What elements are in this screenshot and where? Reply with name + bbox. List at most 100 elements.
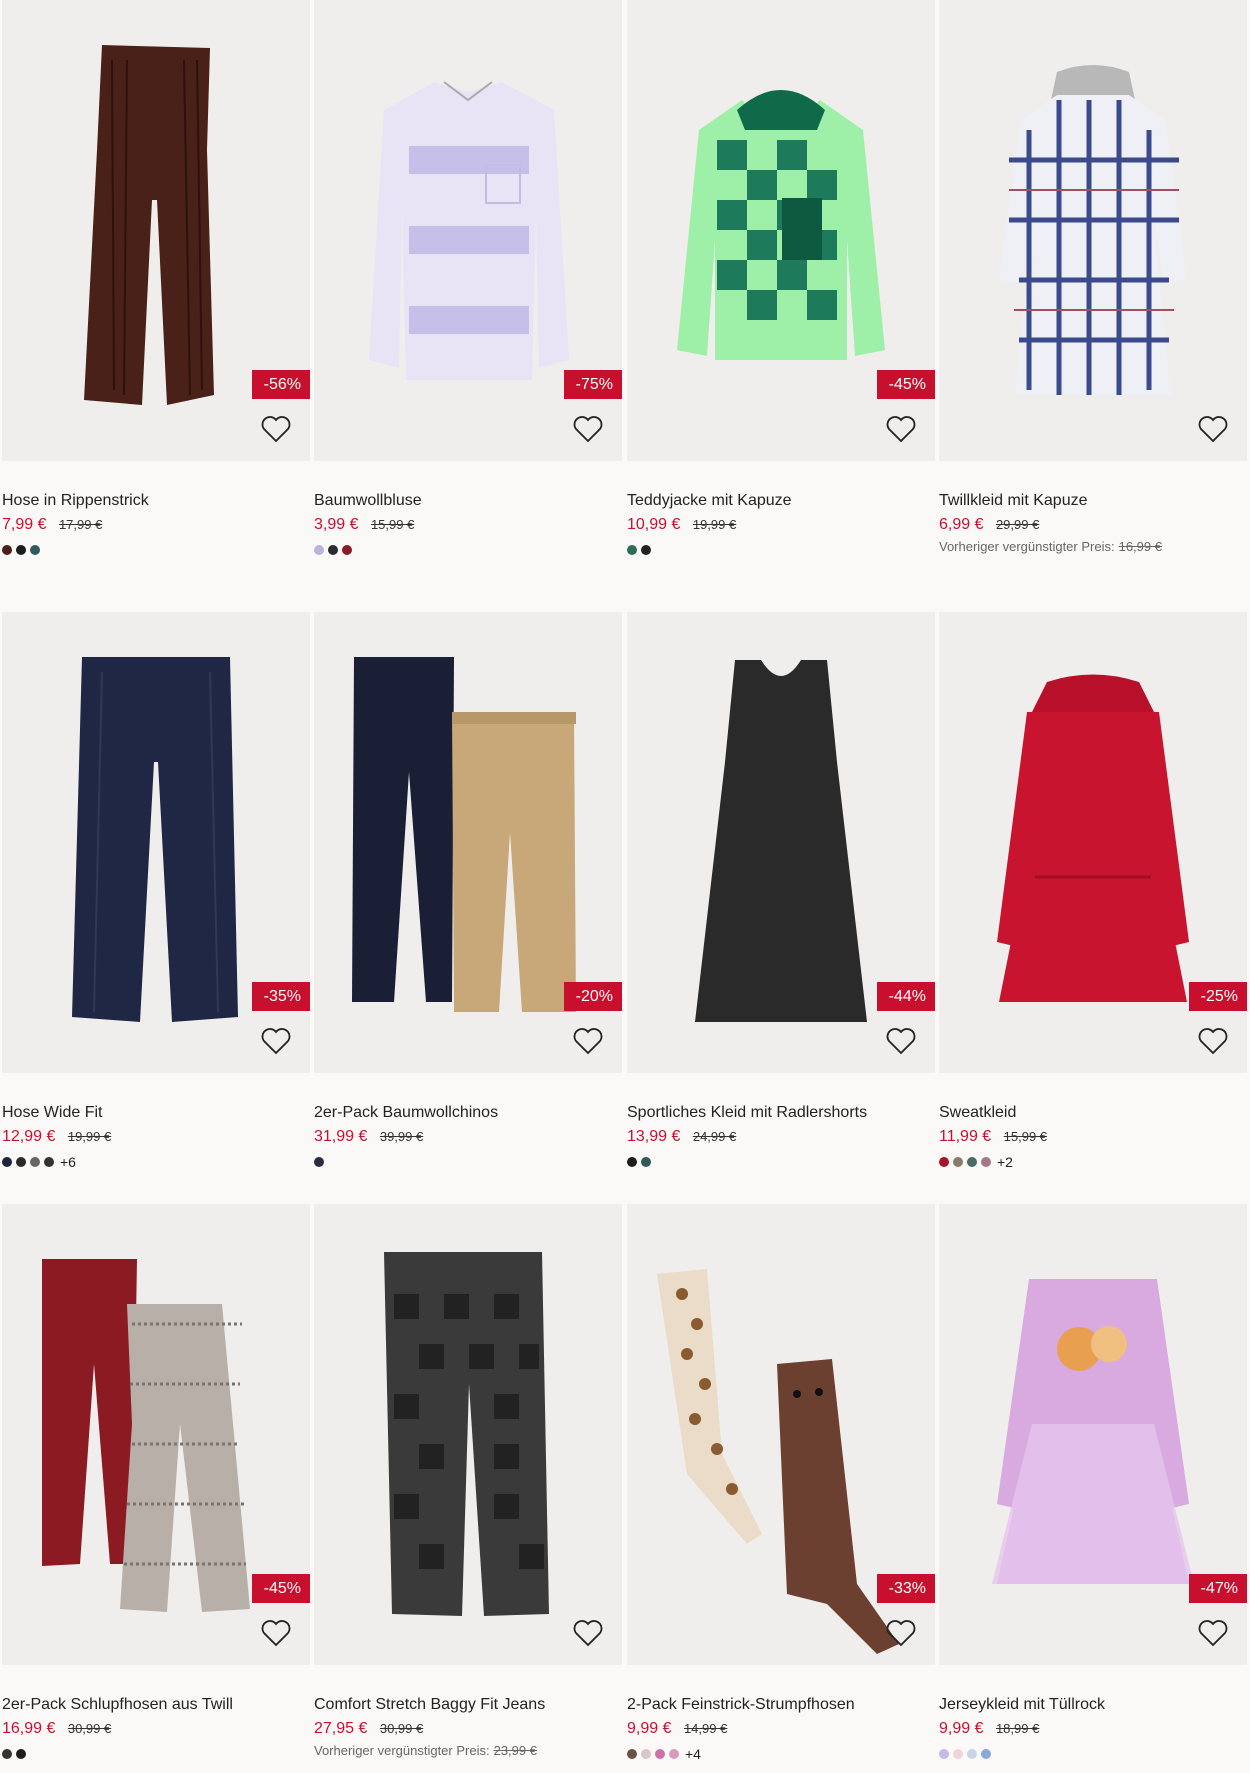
sale-price: 3,99 €: [314, 516, 359, 533]
sale-price: 11,99 €: [939, 1128, 992, 1145]
heart-icon[interactable]: [1197, 1618, 1229, 1648]
heart-icon[interactable]: [260, 414, 292, 444]
original-price: 29,99 €: [995, 517, 1040, 532]
more-colors[interactable]: +4: [685, 1746, 701, 1762]
product-card[interactable]: -20% 2er-Pack Baumwollchinos 31,99 € 39,…: [314, 612, 622, 1169]
heart-icon[interactable]: [1197, 414, 1229, 444]
product-card[interactable]: -45% Teddyjacke mit Kapuze 10,99 € 19,99…: [627, 0, 935, 557]
product-card[interactable]: -25% Sweatkleid 11,99 € 15,99 € +2: [939, 612, 1247, 1170]
color-swatch[interactable]: [16, 545, 26, 555]
color-swatch[interactable]: [30, 1157, 40, 1167]
heart-icon[interactable]: [885, 414, 917, 444]
product-name[interactable]: Sweatkleid: [939, 1103, 1247, 1123]
color-swatch[interactable]: [44, 1157, 54, 1167]
product-image[interactable]: -25%: [939, 612, 1247, 1073]
price-row: 11,99 € 15,99 €: [939, 1127, 1247, 1147]
color-swatch[interactable]: [641, 1749, 651, 1759]
color-swatch[interactable]: [655, 1749, 665, 1759]
product-info: 2-Pack Feinstrick-Strumpfhosen 9,99 € 14…: [627, 1665, 935, 1762]
product-name[interactable]: Baumwollbluse: [314, 491, 622, 511]
color-swatch[interactable]: [314, 545, 324, 555]
heart-icon[interactable]: [1197, 1026, 1229, 1056]
product-name[interactable]: Comfort Stretch Baggy Fit Jeans: [314, 1695, 622, 1715]
color-swatch[interactable]: [953, 1749, 963, 1759]
product-image[interactable]: [939, 0, 1247, 461]
product-card[interactable]: -35% Hose Wide Fit 12,99 € 19,99 € +6: [2, 612, 310, 1170]
product-card[interactable]: Twillkleid mit Kapuze 6,99 € 29,99 € Vor…: [939, 0, 1247, 554]
product-name[interactable]: Twillkleid mit Kapuze: [939, 491, 1247, 511]
color-swatch[interactable]: [967, 1157, 977, 1167]
product-name[interactable]: Teddyjacke mit Kapuze: [627, 491, 935, 511]
product-photo: [384, 1252, 549, 1616]
product-card[interactable]: -75% Baumwollbluse 3,99 € 15,99 €: [314, 0, 622, 557]
color-swatch[interactable]: [953, 1157, 963, 1167]
product-card[interactable]: -45% 2er-Pack Schlupfhosen aus Twill 16,…: [2, 1204, 310, 1761]
more-colors[interactable]: +6: [60, 1154, 76, 1170]
product-image[interactable]: -56%: [2, 0, 310, 461]
color-swatch[interactable]: [627, 545, 637, 555]
product-image[interactable]: -35%: [2, 612, 310, 1073]
color-swatch[interactable]: [981, 1749, 991, 1759]
heart-icon[interactable]: [885, 1618, 917, 1648]
price-row: 31,99 € 39,99 €: [314, 1127, 622, 1147]
color-swatch[interactable]: [627, 1749, 637, 1759]
product-photo: [999, 65, 1187, 395]
color-swatch[interactable]: [981, 1157, 991, 1167]
product-image[interactable]: -44%: [627, 612, 935, 1073]
price-row: 7,99 € 17,99 €: [2, 515, 310, 535]
discount-badge: -45%: [876, 370, 935, 399]
color-swatch[interactable]: [641, 545, 651, 555]
color-swatch[interactable]: [627, 1157, 637, 1167]
product-image[interactable]: [314, 1204, 622, 1665]
product-name[interactable]: Jerseykleid mit Tüllrock: [939, 1695, 1247, 1715]
color-swatch[interactable]: [2, 545, 12, 555]
color-swatch[interactable]: [16, 1157, 26, 1167]
product-image[interactable]: -20%: [314, 612, 622, 1073]
color-swatch[interactable]: [314, 1157, 324, 1167]
color-swatch[interactable]: [328, 545, 338, 555]
product-name[interactable]: Sportliches Kleid mit Radlershorts: [627, 1103, 935, 1123]
color-swatches: +4: [627, 1746, 935, 1762]
heart-icon[interactable]: [572, 1618, 604, 1648]
sale-price: 27,95 €: [314, 1720, 368, 1737]
color-swatch[interactable]: [939, 1749, 949, 1759]
color-swatch[interactable]: [641, 1157, 651, 1167]
discount-badge: -25%: [1188, 982, 1247, 1011]
color-swatch[interactable]: [939, 1157, 949, 1167]
product-info: Jerseykleid mit Tüllrock 9,99 € 18,99 €: [939, 1665, 1247, 1761]
heart-icon[interactable]: [572, 414, 604, 444]
color-swatch[interactable]: [2, 1157, 12, 1167]
product-name[interactable]: 2er-Pack Schlupfhosen aus Twill: [2, 1695, 310, 1715]
product-image[interactable]: -75%: [314, 0, 622, 461]
product-image[interactable]: -45%: [627, 0, 935, 461]
color-swatch[interactable]: [669, 1749, 679, 1759]
color-swatch[interactable]: [16, 1749, 26, 1759]
product-name[interactable]: Hose in Rippenstrick: [2, 491, 310, 511]
heart-icon[interactable]: [260, 1618, 292, 1648]
product-image[interactable]: -45%: [2, 1204, 310, 1665]
heart-icon[interactable]: [885, 1026, 917, 1056]
product-image[interactable]: -33%: [627, 1204, 935, 1665]
product-card[interactable]: -47% Jerseykleid mit Tüllrock 9,99 € 18,…: [939, 1204, 1247, 1761]
product-card[interactable]: -33% 2-Pack Feinstrick-Strumpfhosen 9,99…: [627, 1204, 935, 1762]
product-card[interactable]: Comfort Stretch Baggy Fit Jeans 27,95 € …: [314, 1204, 622, 1758]
more-colors[interactable]: +2: [997, 1154, 1013, 1170]
heart-icon[interactable]: [260, 1026, 292, 1056]
sale-price: 31,99 €: [314, 1128, 368, 1145]
discount-badge: -44%: [876, 982, 935, 1011]
product-card[interactable]: -56% Hose in Rippenstrick 7,99 € 17,99 €: [2, 0, 310, 557]
original-price: 17,99 €: [58, 517, 103, 532]
product-name[interactable]: 2er-Pack Baumwollchinos: [314, 1103, 622, 1123]
color-swatch[interactable]: [30, 545, 40, 555]
heart-icon[interactable]: [572, 1026, 604, 1056]
color-swatches: [939, 1747, 1247, 1761]
product-card[interactable]: -44% Sportliches Kleid mit Radlershorts …: [627, 612, 935, 1169]
product-info: Baumwollbluse 3,99 € 15,99 €: [314, 461, 622, 557]
color-swatch[interactable]: [342, 545, 352, 555]
product-image[interactable]: -47%: [939, 1204, 1247, 1665]
product-info: Teddyjacke mit Kapuze 10,99 € 19,99 €: [627, 461, 935, 557]
product-name[interactable]: Hose Wide Fit: [2, 1103, 310, 1123]
color-swatch[interactable]: [967, 1749, 977, 1759]
product-name[interactable]: 2-Pack Feinstrick-Strumpfhosen: [627, 1695, 935, 1715]
color-swatch[interactable]: [2, 1749, 12, 1759]
